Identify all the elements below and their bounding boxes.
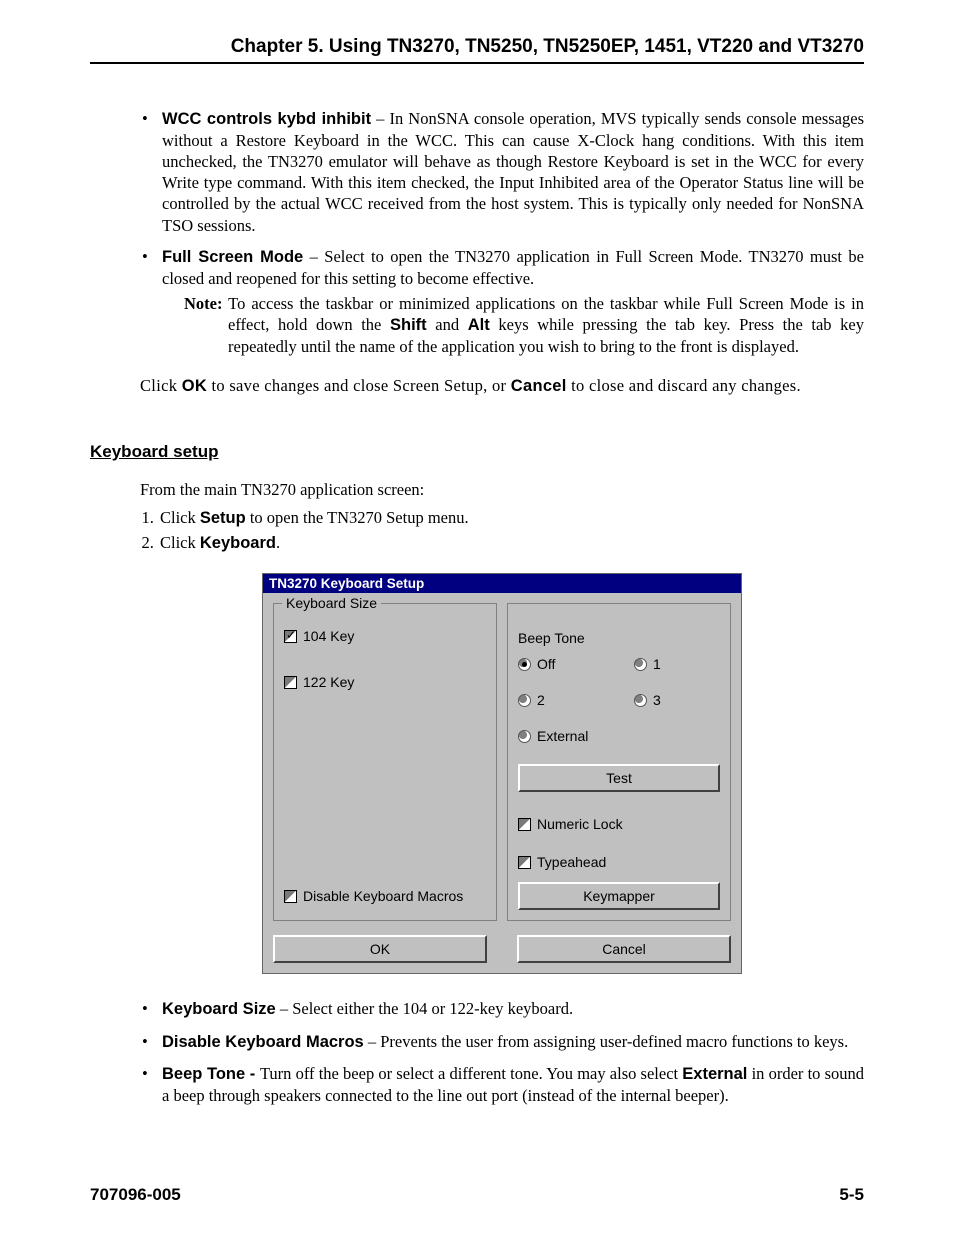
cb-122-label: 122 Key [303,674,354,690]
radio-icon [634,658,647,671]
r-2-label: 2 [537,692,545,708]
s1b: Setup [200,509,246,527]
panel-keyboard-size: Keyboard Size ✓ 104 Key 122 Key [273,603,497,921]
radio-1[interactable]: 1 [634,656,720,672]
checkbox-icon [518,856,531,869]
beep-a: Turn off the beep or select a different … [260,1064,682,1083]
keymapper-button[interactable]: Keymapper [518,882,720,910]
panel-right: Beep Tone Off 1 2 3 External Test [507,603,731,921]
steps-list: Click Setup to open the TN3270 Setup men… [140,506,864,556]
note-shift: Shift [390,316,427,334]
checkbox-icon [284,890,297,903]
dialog-keyboard-setup: TN3270 Keyboard Setup Keyboard Size ✓ 10… [262,573,742,974]
clickok-cancel: Cancel [511,377,567,395]
radio-2[interactable]: 2 [518,692,604,708]
checkbox-typeahead[interactable]: Typeahead [518,854,720,870]
bullet-list-bottom: Keyboard Size – Select either the 104 or… [140,998,864,1105]
clickok-mid: to save changes and close Screen Setup, … [207,376,511,395]
radio-external[interactable]: External [518,728,604,744]
bullet-list-top: WCC controls kybd inhibit – In NonSNA co… [140,108,864,357]
radio-icon [518,694,531,707]
dialog-titlebar: TN3270 Keyboard Setup [263,574,741,593]
r-off-label: Off [537,656,555,672]
group-label-kbsize: Keyboard Size [282,595,381,611]
r-3-label: 3 [653,692,661,708]
s2b: Keyboard [200,534,276,552]
section-heading-keyboard-setup: Keyboard setup [90,442,864,462]
s2a: Click [160,533,200,552]
step-2: Click Keyboard. [158,531,864,556]
r-1-label: 1 [653,656,661,672]
note-alt: Alt [468,316,490,334]
beep-label: Beep Tone - [162,1065,260,1083]
radio-off[interactable]: Off [518,656,604,672]
beep-ext: External [682,1065,747,1083]
footer-page-number: 5-5 [839,1185,864,1205]
clickok-pre: Click [140,376,182,395]
cb-typeahead-label: Typeahead [537,854,606,870]
checkbox-icon [518,818,531,831]
dkm-text: – Prevents the user from assigning user-… [364,1032,848,1051]
cancel-button[interactable]: Cancel [517,935,731,963]
dkm-label: Disable Keyboard Macros [162,1033,364,1051]
r-ext-label: External [537,728,588,744]
kbsize-text: – Select either the 104 or 122-key keybo… [276,999,573,1018]
radio-icon [634,694,647,707]
checkbox-icon: ✓ [284,630,297,643]
bullet-kbsize: Keyboard Size – Select either the 104 or… [140,998,864,1020]
s2c: . [276,533,280,552]
chapter-header: Chapter 5. Using TN3270, TN5250, TN5250E… [90,36,864,64]
test-button[interactable]: Test [518,764,720,792]
ok-button[interactable]: OK [273,935,487,963]
checkbox-icon [284,676,297,689]
radio-3[interactable]: 3 [634,692,720,708]
note-label: Note: [184,294,222,313]
fsm-label: Full Screen Mode [162,248,303,266]
note-block: Note: To access the taskbar or minimized… [184,293,864,357]
checkbox-122key[interactable]: 122 Key [284,674,486,690]
wcc-label: WCC controls kybd inhibit [162,110,371,128]
bullet-dkm: Disable Keyboard Macros – Prevents the u… [140,1031,864,1053]
page-footer: 707096-005 5-5 [90,1185,864,1205]
clickok-ok: OK [182,377,207,395]
cb-104-label: 104 Key [303,628,354,644]
clickok-post: to close and discard any changes. [567,376,801,395]
section-intro: From the main TN3270 application screen: [140,480,864,500]
beep-tone-label: Beep Tone [518,630,720,646]
radio-icon [518,730,531,743]
kbsize-label: Keyboard Size [162,1000,276,1018]
checkbox-disable-macros[interactable]: Disable Keyboard Macros [284,888,486,904]
bullet-beep: Beep Tone - Turn off the beep or select … [140,1063,864,1106]
cb-numlock-label: Numeric Lock [537,816,623,832]
bullet-wcc: WCC controls kybd inhibit – In NonSNA co… [140,108,864,236]
click-ok-para: Click OK to save changes and close Scree… [140,375,864,398]
checkbox-numeric-lock[interactable]: Numeric Lock [518,816,720,832]
cb-disable-macros-label: Disable Keyboard Macros [303,888,463,904]
s1a: Click [160,508,200,527]
note-and: and [427,315,468,334]
footer-doc-id: 707096-005 [90,1185,181,1205]
bullet-fsm: Full Screen Mode – Select to open the TN… [140,246,864,358]
radio-icon [518,658,531,671]
s1c: to open the TN3270 Setup menu. [246,508,469,527]
step-1: Click Setup to open the TN3270 Setup men… [158,506,864,531]
checkbox-104key[interactable]: ✓ 104 Key [284,628,486,644]
